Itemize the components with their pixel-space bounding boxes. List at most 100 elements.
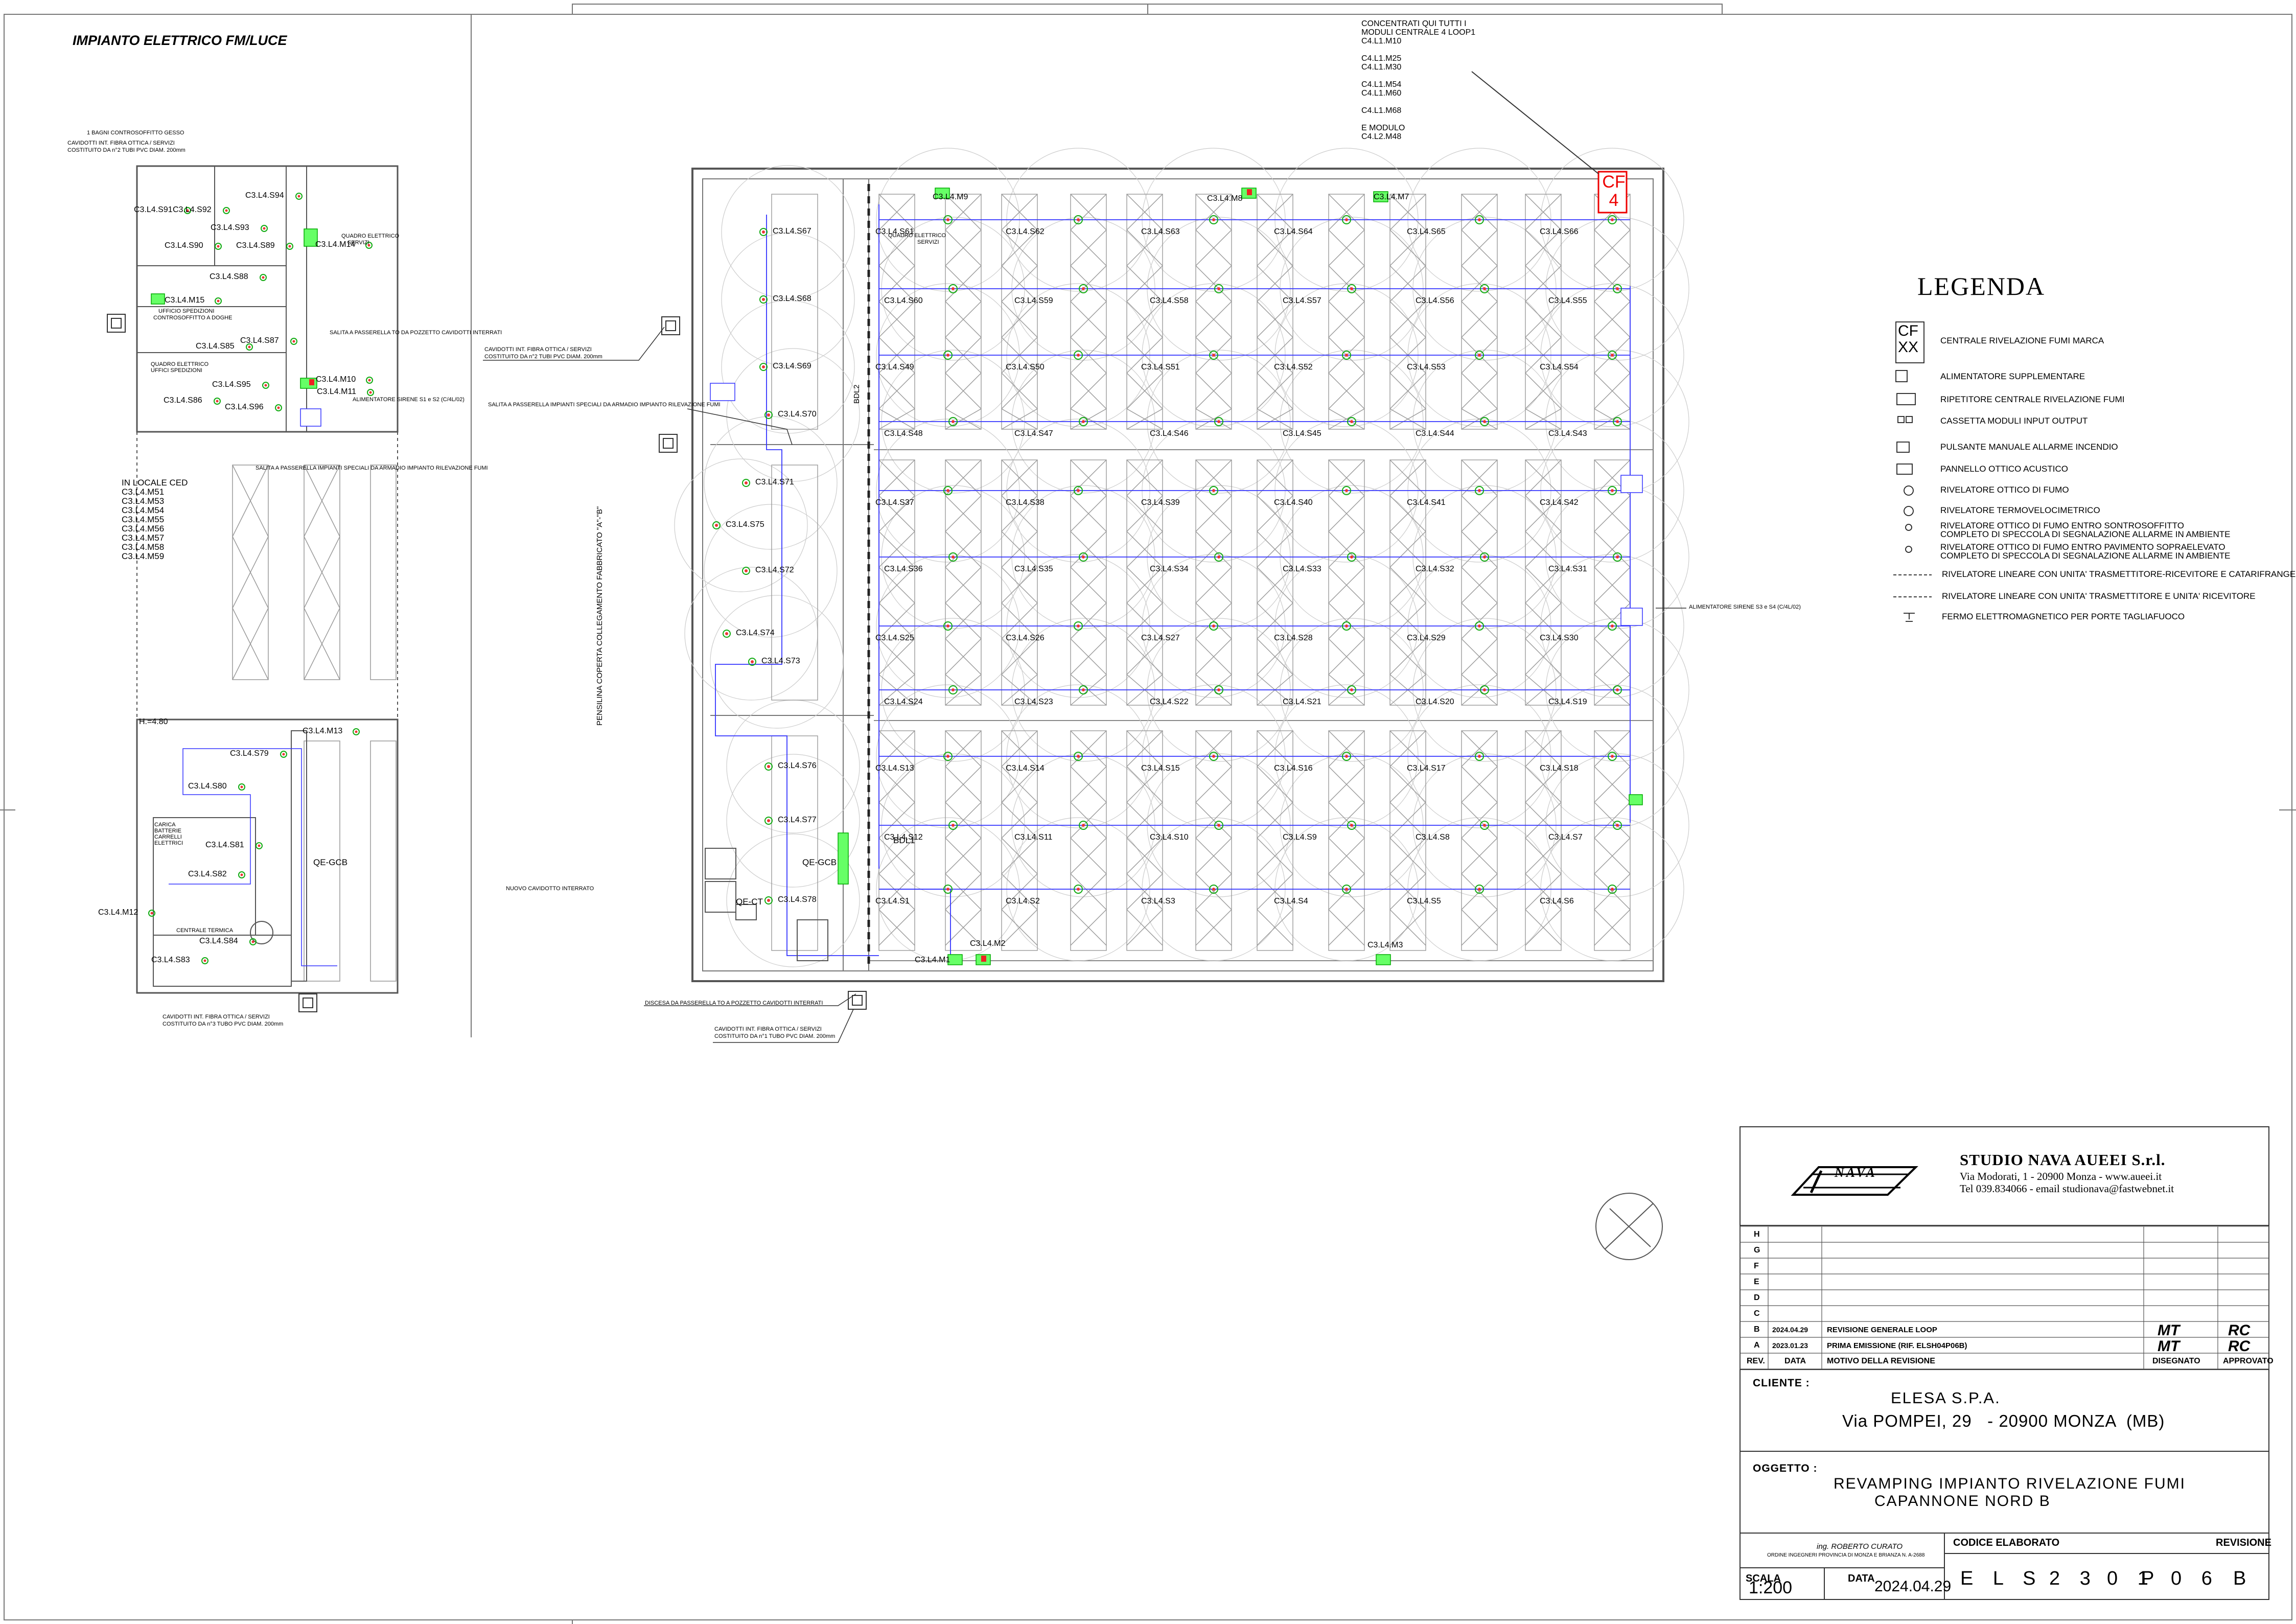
note-cavidotti-bottom-2: COSTITUITO DA n°3 TUBO PVC DIAM. 200mm xyxy=(163,1021,284,1027)
note-cavidotti-top-1: CAVIDOTTI INT. FIBRA OTTICA / SERVIZI xyxy=(67,140,175,146)
smoke-detector-icon xyxy=(764,896,773,904)
company-name: STUDIO NAVA AUEEI S.r.l. xyxy=(1960,1151,2166,1169)
concentrator-note-line: C4.L1.M30 xyxy=(1361,63,1402,72)
note-ufficio-1: UFFICIO SPEDIZIONI xyxy=(158,308,215,314)
smoke-detector-icon xyxy=(366,377,373,384)
detector-label: C3.L4.S22 xyxy=(1150,698,1189,706)
rev-date: 2024.04.29 xyxy=(1772,1326,1808,1334)
detector-label: C3.L4.S41 xyxy=(1407,498,1446,507)
legend-item: RIVELATORE TERMOVELOCIMETRICO xyxy=(1940,505,2100,515)
detector-label: C3.L4.S12 xyxy=(884,833,923,842)
concentrator-note-line xyxy=(1361,98,1475,106)
detector-label: C3.L4.S60 xyxy=(884,296,923,305)
detector-label: C3.L4.S84 xyxy=(199,937,238,945)
ced-list-item: IN LOCALE CED xyxy=(122,478,188,488)
data-value: 2024.04.29 xyxy=(1874,1578,1952,1595)
note-alimentatore-sirene-1: ALIMENTATORE SIRENE S1 e S2 (C/4L/02) xyxy=(353,397,465,403)
detector-label: C3.L4.M12 xyxy=(98,908,138,917)
drawing-sheet: IMPIANTO ELETTRICO FM/LUCE CONCENTRATI Q… xyxy=(0,0,2296,1624)
module-label: C3.L4.M8 xyxy=(1207,194,1243,203)
detector-label: C3.L4.S82 xyxy=(188,870,227,878)
oggetto-label: OGGETTO : xyxy=(1753,1463,1818,1474)
detector-label: C3.L4.S25 xyxy=(875,634,914,642)
note-carica-4: ELETTRICI xyxy=(154,840,183,846)
note-salita-rilevazione: SALITA A PASSERELLA IMPIANTI SPECIALI DA… xyxy=(488,402,721,408)
legend-item: ALIMENTATORE SUPPLEMENTARE xyxy=(1940,372,2085,381)
detector-label: C3.L4.S50 xyxy=(1006,363,1045,372)
detector-label: C3.L4.S34 xyxy=(1150,565,1189,573)
detector-label: C3.L4.M11 xyxy=(317,387,357,396)
concentrator-note-line xyxy=(1361,115,1475,124)
detector-label: C3.L4.S64 xyxy=(1274,227,1313,236)
detector-label: C3.L4.S10 xyxy=(1150,833,1189,842)
detector-label: C3.L4.S11 xyxy=(1014,833,1053,842)
module-label: C3.L4.M2 xyxy=(970,939,1006,948)
detector-label: C3.L4.S36 xyxy=(884,565,923,573)
detector-label: C3.L4.S43 xyxy=(1548,429,1587,438)
rev-reason: PRIMA EMISSIONE (RIF. ELSH04P06B) xyxy=(1827,1341,1967,1350)
sheet-title: IMPIANTO ELETTRICO FM/LUCE xyxy=(73,33,287,48)
detector-label: C3.L4.S68 xyxy=(773,294,811,303)
smoke-detector-icon xyxy=(262,382,269,389)
legend-cf-symbol: CF XX xyxy=(1898,322,1919,356)
detector-label: C3.L4.S94 xyxy=(245,191,284,200)
detector-label: C3.L4.S70 xyxy=(778,410,817,419)
detector-label: C3.L4.S24 xyxy=(884,698,923,706)
detector-label: C3.L4.S16 xyxy=(1274,764,1313,773)
detector-label: C3.L4.S91 xyxy=(134,205,173,214)
central-number: 4 xyxy=(1609,191,1619,210)
smoke-detector-icon xyxy=(238,871,245,878)
detector-label: C3.L4.S27 xyxy=(1141,634,1180,642)
detector-label: C3.L4.S35 xyxy=(1014,565,1053,573)
concentrator-note-line: C4.L1.M60 xyxy=(1361,89,1402,98)
approver-header: APPROVATO xyxy=(2223,1357,2274,1365)
ced-list-item: C3.L4.M51 xyxy=(122,487,165,497)
legend-title: LEGENDA xyxy=(1917,272,2046,300)
note-quadro-uffici-1: QUADRO ELETTRICO xyxy=(151,361,209,367)
cliente-label: CLIENTE : xyxy=(1753,1377,1810,1389)
detector-label: C3.L4.S48 xyxy=(884,429,923,438)
legend-item: PANNELLO OTTICO ACUSTICO xyxy=(1940,464,2069,474)
rev-approver: RC xyxy=(2228,1322,2251,1339)
detector-label: C3.L4.S59 xyxy=(1014,296,1053,305)
smoke-detector-icon xyxy=(261,225,268,232)
detector-label: C3.L4.S5 xyxy=(1407,897,1441,906)
detector-label: C3.L4.S80 xyxy=(188,782,227,791)
legend-item: CASSETTA MODULI INPUT OUTPUT xyxy=(1940,416,2088,426)
ced-list-item: C3.L4.M59 xyxy=(122,551,165,561)
codice-part: B xyxy=(2233,1568,2254,1589)
detector-label: C3.L4.S2 xyxy=(1006,897,1040,906)
concentrator-note-line xyxy=(1361,72,1475,80)
detector-label: C3.L4.S57 xyxy=(1283,296,1321,305)
detector-label: C3.L4.S61 xyxy=(875,227,914,236)
designer-header: DISEGNATO xyxy=(2152,1357,2200,1365)
smoke-detector-icon xyxy=(280,751,287,758)
detector-label: C3.L4.S83 xyxy=(151,956,190,964)
rev-letter: C xyxy=(1754,1309,1760,1318)
module-label: C3.L4.M9 xyxy=(933,193,968,201)
smoke-detector-icon xyxy=(275,404,282,411)
detector-label: C3.L4.S37 xyxy=(875,498,914,507)
smoke-detector-icon xyxy=(712,521,721,529)
ced-list-item: C3.L4.M57 xyxy=(122,533,165,543)
concentrator-note: CONCENTRATI QUI TUTTI I MODULI CENTRALE 4… xyxy=(1361,19,1475,141)
smoke-detector-icon xyxy=(290,338,297,345)
detector-label: C3.L4.S75 xyxy=(726,520,764,529)
note-pensilina: PENSILINA COPERTA COLLEGAMENTO FABBRICAT… xyxy=(595,506,604,726)
rev-designer: MT xyxy=(2158,1322,2180,1339)
smoke-detector-icon xyxy=(256,842,263,849)
qe-gcb-label: QE-GCB xyxy=(802,857,837,867)
engineer-name: ing. ROBERTO CURATO xyxy=(1817,1542,1903,1551)
reason-header: MOTIVO DELLA REVISIONE xyxy=(1827,1357,1935,1365)
rev-reason: REVISIONE GENERALE LOOP xyxy=(1827,1326,1937,1334)
module-label: C3.L4.M1 xyxy=(915,956,950,964)
note-cavidotti-mid-2: COSTITUITO DA n°2 TUBI PVC DIAM. 200mm xyxy=(484,354,602,360)
detector-label: C3.L4.S1 xyxy=(875,897,910,906)
detector-label: C3.L4.S55 xyxy=(1548,296,1587,305)
detector-label: C3.L4.M15 xyxy=(165,296,205,305)
detector-label: C3.L4.S62 xyxy=(1006,227,1045,236)
concentrator-note-line: MODULI CENTRALE 4 LOOP1 xyxy=(1361,28,1476,37)
logo-text: NAVA xyxy=(1835,1165,1877,1180)
smoke-detector-icon xyxy=(260,274,267,281)
detector-label: C3.L4.S38 xyxy=(1006,498,1045,507)
